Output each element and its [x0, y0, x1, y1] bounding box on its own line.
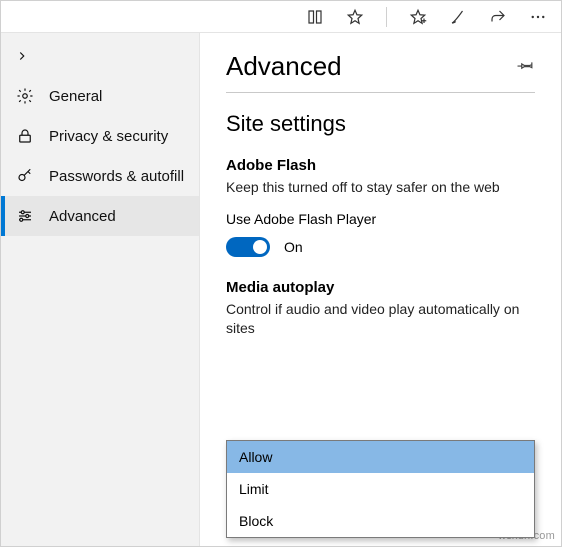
sidebar-item-advanced[interactable]: Advanced — [1, 196, 199, 236]
ink-icon[interactable] — [449, 8, 467, 26]
dropdown-option-limit[interactable]: Limit — [227, 473, 534, 505]
favorites-star-plus-icon[interactable] — [409, 8, 427, 26]
content-pane: Advanced Site settings Adobe Flash Keep … — [200, 33, 561, 546]
flash-desc: Keep this turned off to stay safer on th… — [226, 178, 535, 197]
sidebar-item-label: Privacy & security — [49, 128, 168, 145]
sidebar-item-label: Passwords & autofill — [49, 168, 184, 185]
divider — [386, 7, 387, 27]
flash-title: Adobe Flash — [226, 157, 535, 174]
media-title: Media autoplay — [226, 279, 535, 296]
dropdown-option-block[interactable]: Block — [227, 505, 534, 537]
star-icon[interactable] — [346, 8, 364, 26]
media-desc: Control if audio and video play automati… — [226, 300, 535, 338]
flash-toggle-state: On — [284, 239, 303, 255]
sidebar-item-label: General — [49, 88, 102, 105]
title-bar — [1, 1, 561, 33]
gear-icon — [15, 86, 35, 106]
share-icon[interactable] — [489, 8, 507, 26]
flash-toggle[interactable] — [226, 237, 270, 257]
site-settings-heading: Site settings — [226, 111, 535, 137]
more-icon[interactable] — [529, 8, 547, 26]
page-title: Advanced — [226, 51, 342, 82]
dropdown-option-allow[interactable]: Allow — [227, 441, 534, 473]
key-icon — [15, 166, 35, 186]
back-button[interactable] — [1, 41, 199, 76]
sidebar-item-privacy[interactable]: Privacy & security — [1, 116, 199, 156]
sidebar-item-passwords[interactable]: Passwords & autofill — [1, 156, 199, 196]
flash-use-label: Use Adobe Flash Player — [226, 211, 535, 227]
sidebar-item-label: Advanced — [49, 208, 116, 225]
settings-sidebar: General Privacy & security Passwords & a… — [1, 33, 200, 546]
lock-icon — [15, 126, 35, 146]
sliders-icon — [15, 206, 35, 226]
sidebar-item-general[interactable]: General — [1, 76, 199, 116]
dropdown-options-list: Allow Limit Block — [226, 440, 535, 538]
pin-icon[interactable] — [517, 56, 535, 77]
reading-list-icon[interactable] — [306, 8, 324, 26]
